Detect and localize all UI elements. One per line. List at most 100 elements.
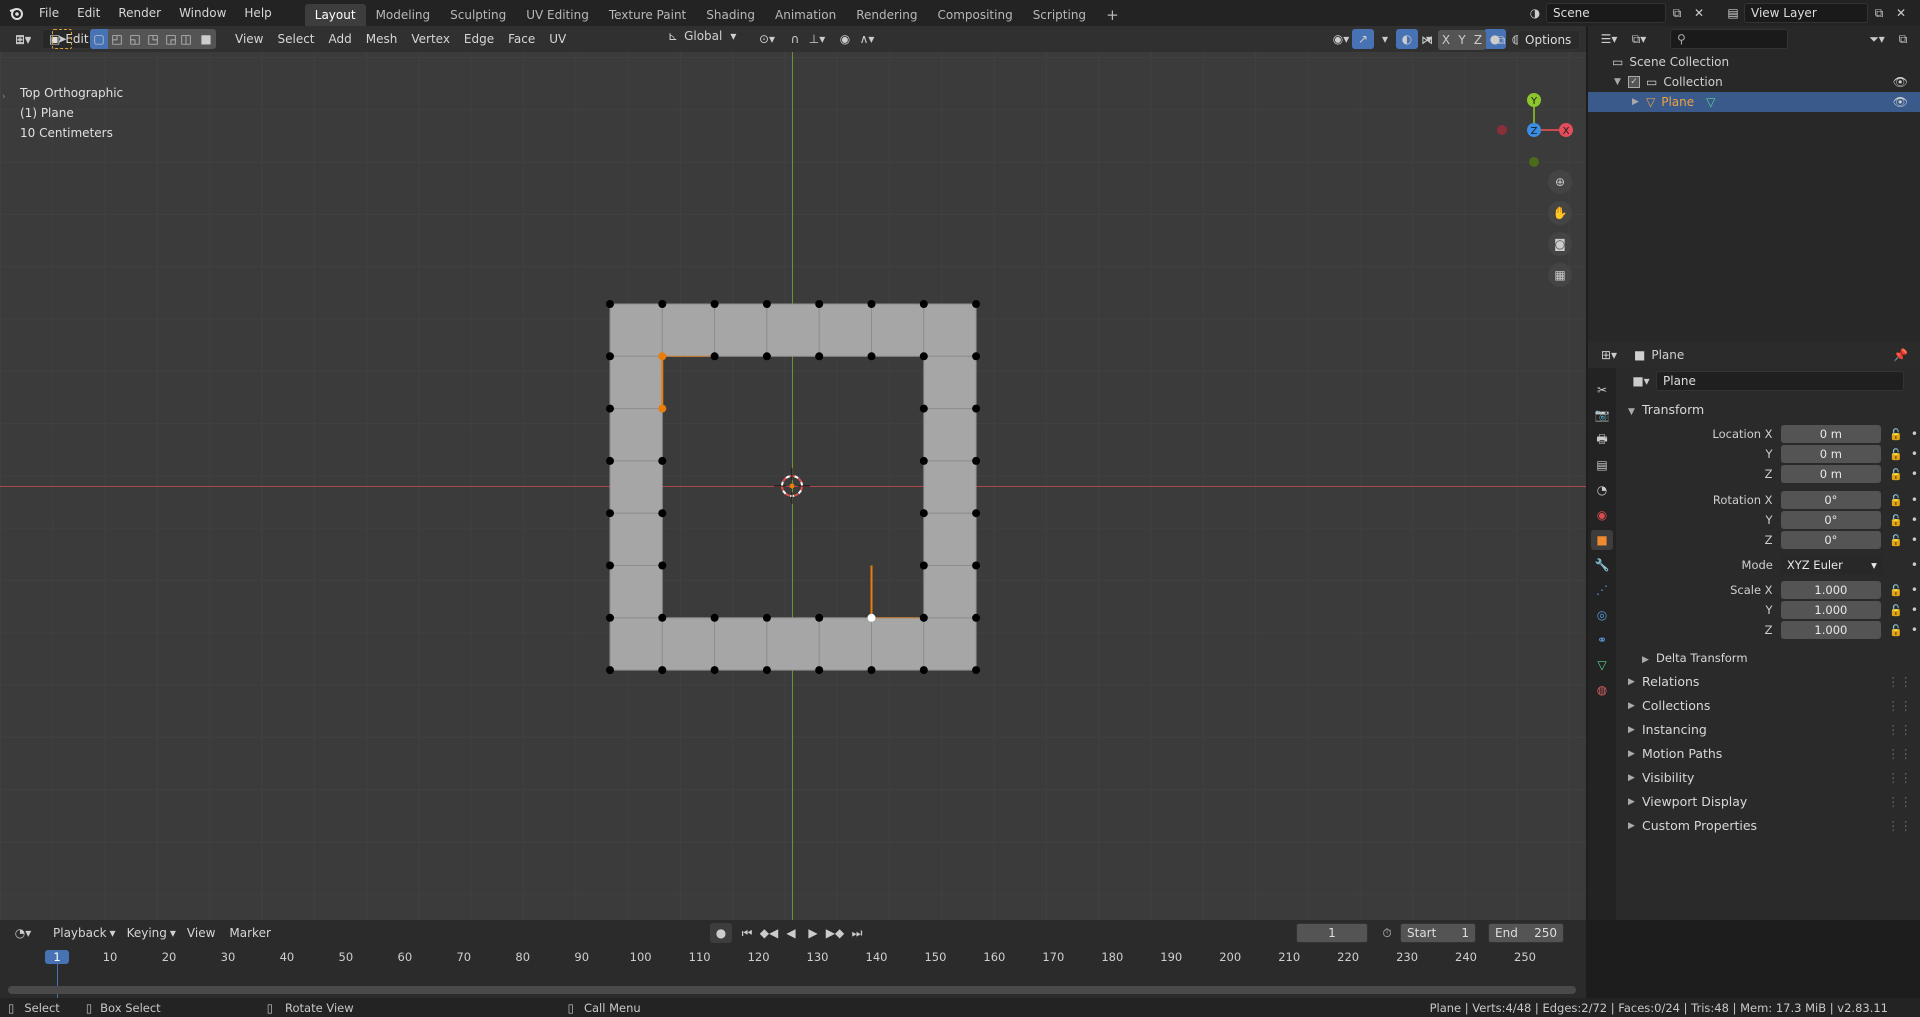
- editor-type-icon[interactable]: ⊞▾: [8, 30, 38, 50]
- location-z-field[interactable]: 0 m: [1780, 465, 1882, 483]
- object-tab-icon[interactable]: ■: [1591, 530, 1613, 550]
- object-data-icon[interactable]: ■▾: [1626, 371, 1656, 391]
- drag-handle-icon[interactable]: ⋮⋮: [1887, 718, 1912, 742]
- select-invert-icon[interactable]: ◳: [144, 29, 162, 49]
- mesh-vertex[interactable]: [919, 666, 928, 675]
- material-tab-icon[interactable]: ◍: [1591, 680, 1613, 700]
- menu-help[interactable]: Help: [235, 0, 280, 26]
- add-workspace-button[interactable]: +: [1096, 4, 1129, 26]
- play-reverse-icon[interactable]: ◀: [780, 923, 802, 943]
- grid-toggle-icon[interactable]: ▦: [1548, 263, 1572, 287]
- mesh-vertex[interactable]: [658, 456, 667, 465]
- panel-instancing[interactable]: ▶ Instancing ⋮⋮: [1618, 718, 1918, 742]
- drag-handle-icon[interactable]: ⋮⋮: [1887, 814, 1912, 838]
- start-frame-field[interactable]: Start 1: [1400, 923, 1476, 943]
- face-select-icon[interactable]: ■: [196, 29, 216, 49]
- mesh-vertex[interactable]: [658, 509, 667, 518]
- mesh-vertex[interactable]: [658, 613, 667, 622]
- timeline-menu-view[interactable]: View: [180, 923, 222, 943]
- mesh-vertex[interactable]: [972, 352, 981, 361]
- mesh-face[interactable]: [923, 512, 977, 567]
- timeline-menu-marker[interactable]: Marker: [222, 923, 277, 943]
- mesh-vertex[interactable]: [762, 300, 771, 308]
- keyframe-dot-icon[interactable]: •: [1911, 493, 1918, 507]
- lock-icon[interactable]: 🔓: [1889, 604, 1903, 617]
- mesh-face[interactable]: [871, 617, 925, 671]
- viewport-menu-edge[interactable]: Edge: [457, 29, 501, 49]
- keyframe-dot-icon[interactable]: •: [1911, 467, 1918, 481]
- location-x-field[interactable]: 0 m: [1780, 425, 1882, 443]
- rotation-x-field[interactable]: 0°: [1780, 491, 1882, 509]
- viewport-menu-face[interactable]: Face: [501, 29, 542, 49]
- mesh-face[interactable]: [923, 617, 977, 671]
- lock-icon[interactable]: 🔓: [1889, 448, 1903, 461]
- menu-render[interactable]: Render: [109, 0, 170, 26]
- end-frame-field[interactable]: End 250: [1488, 923, 1564, 943]
- select-extend-icon[interactable]: ◰: [108, 29, 126, 49]
- mesh-vertex[interactable]: [972, 300, 981, 308]
- pan-hand-icon[interactable]: ✋: [1548, 201, 1572, 225]
- mesh-face[interactable]: [766, 303, 820, 357]
- mesh-vertex[interactable]: [919, 456, 928, 465]
- mesh-vertex[interactable]: [606, 666, 614, 675]
- render-tab-icon[interactable]: 📷: [1591, 405, 1613, 425]
- mesh-face[interactable]: [609, 565, 663, 619]
- mesh-vertex[interactable]: [658, 300, 667, 308]
- data-tab-icon[interactable]: ▽: [1591, 655, 1613, 675]
- mesh-vertex[interactable]: [815, 300, 824, 308]
- mesh-face[interactable]: [923, 355, 977, 410]
- select-cursor-icon[interactable]: ➤: [52, 29, 72, 49]
- jump-keyframe-back-icon[interactable]: ◆◀: [758, 923, 780, 943]
- mesh-vertex[interactable]: [972, 666, 981, 675]
- mesh-face[interactable]: [609, 408, 663, 462]
- tab-shading[interactable]: Shading: [696, 4, 765, 26]
- panel-motion-paths[interactable]: ▶ Motion Paths ⋮⋮: [1618, 742, 1918, 766]
- lock-icon[interactable]: 🔓: [1889, 584, 1903, 597]
- 3d-viewport[interactable]: Top Orthographic (1) Plane 10 Centimeter…: [0, 52, 1586, 920]
- mesh-face[interactable]: [661, 617, 716, 671]
- tab-compositing[interactable]: Compositing: [927, 4, 1022, 26]
- mesh-vertex[interactable]: [972, 404, 981, 413]
- expand-arrow-icon[interactable]: ▶: [1632, 97, 1646, 107]
- outliner-row-plane[interactable]: ▶ ▽ Plane ▽ 👁: [1588, 92, 1920, 112]
- camera-icon[interactable]: ◙: [1548, 232, 1572, 256]
- output-tab-icon[interactable]: 🖶: [1591, 430, 1613, 450]
- keyframe-dot-icon[interactable]: •: [1911, 583, 1918, 597]
- mesh-face[interactable]: [609, 355, 663, 410]
- mesh-vertex[interactable]: [815, 352, 824, 361]
- lock-icon[interactable]: 🔓: [1889, 534, 1903, 547]
- mirror-icon[interactable]: ⋈: [1416, 30, 1438, 50]
- gizmo-neg-y-handle[interactable]: [1529, 157, 1539, 167]
- tab-animation[interactable]: Animation: [765, 4, 846, 26]
- mesh-vertex[interactable]: [919, 613, 928, 622]
- proportional-edit-icon[interactable]: ◉: [834, 29, 856, 49]
- visibility-icon[interactable]: ◉▾: [1330, 29, 1352, 49]
- mesh-vertex[interactable]: [762, 666, 771, 675]
- mesh-plane[interactable]: [0, 52, 1586, 920]
- timeline-menu-playback[interactable]: Playback: [46, 923, 114, 943]
- drag-handle-icon[interactable]: ⋮⋮: [1887, 670, 1912, 694]
- chevron-down-icon[interactable]: ▾: [1374, 29, 1396, 49]
- mesh-face[interactable]: [818, 617, 873, 671]
- menu-window[interactable]: Window: [170, 0, 235, 26]
- select-intersect-icon[interactable]: ◲: [162, 29, 180, 49]
- mesh-vertex[interactable]: [972, 613, 981, 622]
- options-dropdown[interactable]: Options ▾: [1518, 30, 1580, 65]
- remove-view-layer-icon[interactable]: ✕: [1890, 3, 1912, 23]
- mesh-vertex[interactable]: [658, 666, 667, 675]
- view-layer-icon[interactable]: ▤: [1722, 3, 1744, 23]
- mesh-vertex[interactable]: [972, 561, 981, 570]
- selected-vertex[interactable]: [658, 404, 667, 413]
- mesh-vertex[interactable]: [606, 404, 614, 413]
- editor-type-icon[interactable]: ◔▾: [8, 923, 38, 943]
- mesh-vertex[interactable]: [867, 300, 876, 308]
- gizmo-icon[interactable]: ↗: [1352, 29, 1374, 49]
- expand-arrow-icon[interactable]: ▼: [1614, 77, 1628, 87]
- lock-icon[interactable]: 🔓: [1889, 468, 1903, 481]
- drag-handle-icon[interactable]: ⋮⋮: [1887, 766, 1912, 790]
- current-frame-field[interactable]: 1: [1296, 923, 1368, 943]
- keyframe-dot-icon[interactable]: •: [1911, 623, 1918, 637]
- keyframe-dot-icon[interactable]: •: [1911, 603, 1918, 617]
- mesh-vertex[interactable]: [606, 561, 614, 570]
- mesh-vertex[interactable]: [606, 456, 614, 465]
